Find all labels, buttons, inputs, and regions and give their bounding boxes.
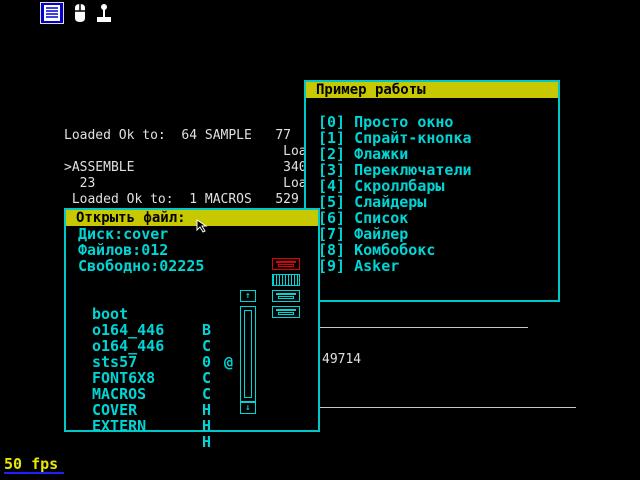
- folder-icon[interactable]: [272, 258, 300, 270]
- file-row[interactable]: EXTERN H: [92, 402, 222, 450]
- example-window: Пример работы [0] Просто окно [1] Спрайт…: [304, 80, 560, 302]
- file-attr: H: [202, 417, 212, 435]
- scroll-up-button[interactable]: ↑: [240, 290, 256, 302]
- save-icon[interactable]: [272, 290, 300, 302]
- menu-item-combobox[interactable]: [8] Комбобокс: [318, 242, 435, 258]
- menu-item-sliders[interactable]: [5] Слайдеры: [318, 194, 426, 210]
- console-line: Loa: [64, 144, 307, 159]
- fps-counter: 50 fps: [4, 456, 65, 474]
- drive-icon[interactable]: [272, 274, 300, 286]
- menu-item-radios[interactable]: [3] Переключатели: [318, 162, 472, 178]
- file-attr: H: [202, 433, 212, 451]
- menu-item-window[interactable]: [0] Просто окно: [318, 114, 453, 130]
- divider: [320, 327, 528, 328]
- menu-item-asker[interactable]: [9] Asker: [318, 258, 399, 274]
- window-title[interactable]: Открыть файл:: [66, 210, 318, 226]
- scroll-down-button[interactable]: ↓: [240, 402, 256, 414]
- menu-item-scrollbars[interactable]: [4] Скроллбары: [318, 178, 444, 194]
- mouse-icon[interactable]: [70, 2, 90, 24]
- console-line: Loaded Ok to: 64 SAMPLE 77: [64, 128, 291, 143]
- scrollbar-track[interactable]: [240, 306, 256, 402]
- file-row[interactable]: o164_446 0: [92, 322, 222, 370]
- console-line: 23 Loa: [64, 176, 307, 191]
- file-row[interactable]: o164_446 C: [92, 306, 222, 354]
- file-row[interactable]: boot B: [92, 290, 222, 338]
- cancel-icon[interactable]: [272, 306, 300, 318]
- file-row[interactable]: COVER H: [92, 386, 222, 434]
- mouse-pointer-icon: [196, 218, 208, 233]
- menu-item-checkboxes[interactable]: [2] Флажки: [318, 146, 408, 162]
- menu-item-filer[interactable]: [7] Файлер: [318, 226, 408, 242]
- console-line: Loaded Ok to: 1 MACROS 529: [64, 192, 299, 207]
- file-name: EXTERN: [92, 417, 147, 435]
- menu-item-sprite-button[interactable]: [1] Спрайт-кнопка: [318, 130, 472, 146]
- joystick-icon[interactable]: [94, 2, 114, 24]
- file-row[interactable]: MACROS H: [92, 370, 222, 418]
- free-space: Свободно:02225: [78, 257, 205, 275]
- file-row[interactable]: sts57 C: [92, 338, 222, 386]
- file-row[interactable]: FONT6X8 C: [92, 354, 222, 402]
- console-line: >ASSEMBLE 340: [64, 160, 307, 175]
- open-file-window: Открыть файл: Диск:cover Файлов:012 Своб…: [64, 208, 320, 450]
- files-count: Файлов:012: [78, 241, 169, 259]
- selected-marker: @: [224, 353, 234, 371]
- menu-item-list[interactable]: [6] Список: [318, 210, 408, 226]
- console-number: 49714: [322, 352, 362, 367]
- divider: [320, 407, 576, 408]
- scrollbar-thumb[interactable]: [244, 310, 252, 398]
- window-title[interactable]: Пример работы: [306, 82, 558, 98]
- menu-icon[interactable]: [40, 2, 64, 24]
- disk-label: Диск:cover: [78, 225, 169, 243]
